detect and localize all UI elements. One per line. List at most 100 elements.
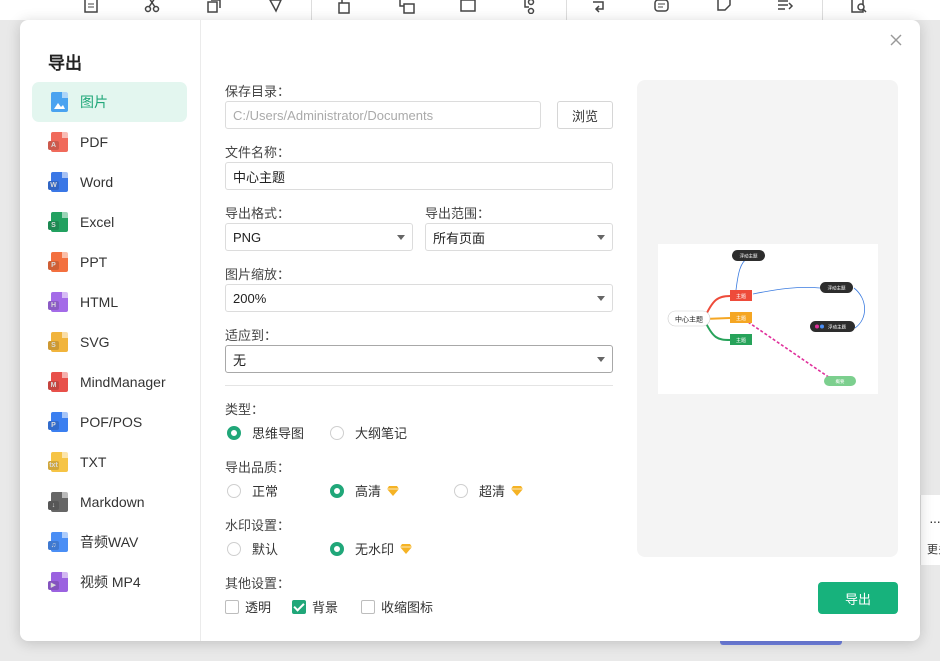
word-file-icon: W [48, 172, 68, 192]
quality-hd-radio[interactable] [330, 483, 344, 498]
type-option-outline[interactable]: 大纲笔记 [330, 423, 407, 442]
watermark-none-label: 无水印 [355, 542, 395, 557]
html-file-icon: H [48, 292, 68, 312]
watermark-option-none[interactable]: 无水印 [330, 539, 413, 558]
filename-input[interactable]: 中心主题 [225, 162, 613, 190]
document-icon[interactable] [82, 0, 100, 14]
other-option-transparent[interactable]: 透明 [225, 597, 271, 616]
divider [225, 385, 613, 386]
quality-uhd-radio[interactable] [454, 483, 468, 498]
type-mindmap-radio[interactable] [227, 425, 241, 440]
scissors-icon[interactable] [143, 0, 161, 14]
quality-normal-radio[interactable] [227, 483, 241, 498]
quality-option-uhd[interactable]: 超清 [454, 481, 524, 500]
format-label: 导出格式： [225, 206, 291, 221]
nav-item-audio[interactable]: ♫ 音频WAV [32, 522, 187, 562]
svg-file-icon: S [48, 332, 68, 352]
nav-item-label: Markdown [80, 494, 145, 510]
nav-item-html[interactable]: H HTML [32, 282, 187, 322]
other-option-background[interactable]: 背景 [292, 597, 338, 616]
watermark-default-radio[interactable] [227, 541, 241, 556]
nav-item-svg[interactable]: S SVG [32, 322, 187, 362]
transparent-checkbox[interactable] [225, 599, 239, 614]
right-panel-more[interactable]: ··· 更多 [920, 495, 940, 565]
format-sidebar: 导出 图片 A PDF W Word S Excel P PPT H HTML S SVG M MindMa… [20, 20, 201, 641]
txt-file-badge: txt [48, 461, 59, 470]
sticker-icon[interactable] [715, 0, 733, 14]
fit-select[interactable]: 无 [225, 345, 613, 373]
search-doc-icon[interactable] [850, 0, 868, 14]
preview-floating-text: 浮动主题 [828, 324, 846, 331]
insert-subtopic-icon[interactable] [398, 0, 416, 14]
watermark-default-label: 默认 [252, 542, 279, 557]
nav-item-image[interactable]: 图片 [32, 82, 187, 122]
relationship-icon[interactable] [521, 0, 539, 14]
audio-file-icon: ♫ [48, 532, 68, 552]
other-label: 其他设置： [225, 576, 291, 591]
quality-label: 导出品质： [225, 460, 291, 475]
insert-topic-icon[interactable] [336, 0, 354, 14]
type-outline-radio[interactable] [330, 425, 344, 440]
collapse-icon-checkbox[interactable] [361, 599, 375, 614]
vip-diamond-icon [387, 485, 400, 496]
ppt-file-badge: P [48, 261, 59, 270]
nav-item-txt[interactable]: txt TXT [32, 442, 187, 482]
comment-icon[interactable] [653, 0, 671, 14]
excel-file-icon: S [48, 212, 68, 232]
background-button-edge [720, 641, 842, 645]
more-dots-icon: ··· [929, 513, 940, 529]
save-dir-input[interactable]: C:/Users/Administrator/Documents [225, 101, 541, 129]
watermark-option-default[interactable]: 默认 [227, 539, 278, 558]
save-dir-label: 保存目录： [225, 84, 291, 99]
browse-button[interactable]: 浏览 [557, 101, 613, 129]
format-select[interactable]: PNG [225, 223, 413, 251]
scale-select[interactable]: 200% [225, 284, 613, 312]
scale-label: 图片缩放： [225, 267, 291, 282]
nav-item-pof[interactable]: P POF/POS [32, 402, 187, 442]
other-option-collapse-icon[interactable]: 收缩图标 [361, 597, 433, 616]
preview-marker-icon [815, 324, 819, 329]
nav-item-label: SVG [80, 334, 110, 350]
outline-icon[interactable] [776, 0, 794, 14]
background-checkbox[interactable] [292, 599, 306, 614]
nav-item-label: POF/POS [80, 414, 143, 430]
video-file-icon: ▶ [48, 572, 68, 592]
range-select[interactable]: 所有页面 [425, 223, 613, 251]
markdown-file-badge: ↓ [48, 501, 59, 510]
watermark-none-radio[interactable] [330, 541, 344, 556]
close-icon[interactable] [888, 32, 904, 48]
nav-item-label: MindManager [80, 374, 166, 390]
type-option-mindmap[interactable]: 思维导图 [227, 423, 304, 442]
nav-item-mindmanager[interactable]: M MindManager [32, 362, 187, 402]
nav-item-word[interactable]: W Word [32, 162, 187, 202]
quality-option-hd[interactable]: 高清 [330, 481, 400, 500]
collapse-icon-label: 收缩图标 [381, 600, 434, 615]
range-label: 导出范围： [425, 206, 491, 221]
vip-diamond-icon [511, 485, 524, 496]
nav-item-pdf[interactable]: A PDF [32, 122, 187, 162]
export-button[interactable]: 导出 [818, 582, 898, 614]
format-painter-icon[interactable] [267, 0, 285, 14]
nav-item-markdown[interactable]: ↓ Markdown [32, 482, 187, 522]
dialog-title: 导出 [48, 54, 82, 73]
excel-file-badge: S [48, 221, 59, 230]
nav-item-label: Word [80, 174, 114, 190]
type-outline-label: 大纲笔记 [355, 426, 408, 441]
mindmanager-file-badge: M [48, 381, 59, 390]
pof-file-badge: P [48, 421, 59, 430]
copy-icon[interactable] [205, 0, 223, 14]
quality-hd-label: 高清 [355, 484, 382, 499]
nav-item-excel[interactable]: S Excel [32, 202, 187, 242]
markdown-file-icon: ↓ [48, 492, 68, 512]
nav-item-ppt[interactable]: P PPT [32, 242, 187, 282]
summary-arrow-icon[interactable] [591, 0, 609, 14]
format-list: 图片 A PDF W Word S Excel P PPT H HTML S SVG M MindManag… [32, 82, 187, 602]
background-toolbar [0, 0, 940, 20]
floating-topic-icon[interactable] [459, 0, 477, 14]
preview-center-text: 中心主题 [675, 315, 703, 324]
quality-option-normal[interactable]: 正常 [227, 481, 278, 500]
image-file-icon [51, 92, 68, 112]
preview-topic-text: 主题 [736, 337, 746, 344]
nav-item-video[interactable]: ▶ 视频 MP4 [32, 562, 187, 602]
pdf-file-badge: A [48, 141, 59, 150]
